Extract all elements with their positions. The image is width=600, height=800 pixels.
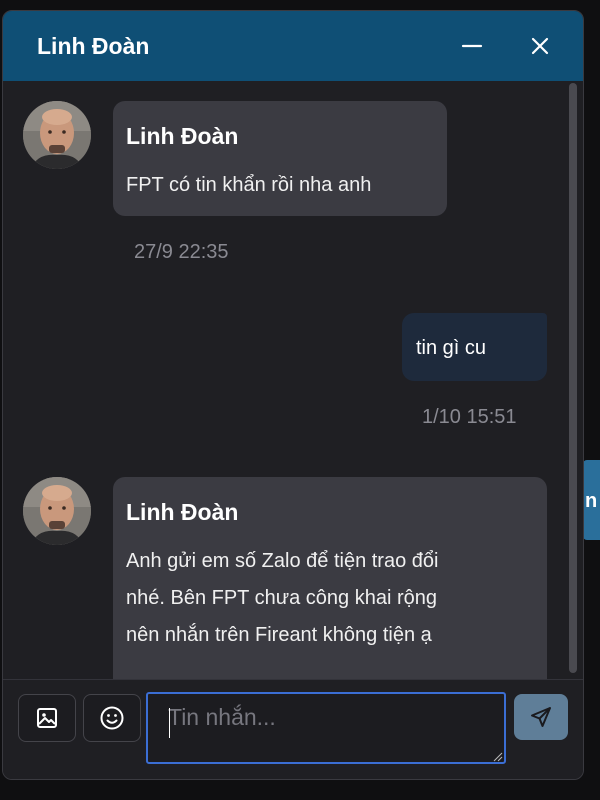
message-text-line: nhé. Bên FPT chưa công khai rộng xyxy=(126,587,437,609)
text-caret xyxy=(169,708,170,738)
message-list[interactable]: Linh Đoàn FPT có tin khẩn rồi nha anh 27… xyxy=(3,81,583,679)
background-page-fragment: n xyxy=(583,460,600,540)
emoji-icon xyxy=(100,706,124,730)
page: n Linh Đoàn Linh Đoàn FPT có tin khẩn rồ… xyxy=(0,0,600,800)
minimize-button[interactable] xyxy=(455,29,489,63)
background-peek-text: n xyxy=(585,490,598,512)
image-icon xyxy=(37,708,57,728)
message-text: FPT có tin khẩn rồi nha anh xyxy=(126,174,372,196)
message-text-line: nên nhắn trên Fireant không tiện ạ xyxy=(126,624,432,646)
send-icon xyxy=(531,707,551,727)
emoji-button[interactable] xyxy=(83,694,141,742)
attach-image-button[interactable] xyxy=(18,694,76,742)
resize-grip-icon[interactable] xyxy=(491,750,503,762)
send-button[interactable] xyxy=(514,694,568,740)
minimize-icon xyxy=(461,44,483,48)
message-scrollbar[interactable] xyxy=(568,83,578,677)
sender-avatar[interactable] xyxy=(23,101,91,169)
message-text-line: Anh gửi em số Zalo để tiện trao đổi xyxy=(126,550,439,572)
message-text: tin gì cu xyxy=(416,337,487,359)
message-sender: Linh Đoàn xyxy=(126,499,239,525)
message-sender: Linh Đoàn xyxy=(126,123,239,149)
message-bubble-incoming[interactable]: Linh Đoàn Anh gửi em số Zalo để tiện tra… xyxy=(113,477,547,679)
message-timestamp: 1/10 15:51 xyxy=(422,406,517,428)
chat-title: Linh Đoàn xyxy=(37,32,150,59)
close-button[interactable] xyxy=(523,29,557,63)
sender-avatar[interactable] xyxy=(23,477,91,545)
chat-header: Linh Đoàn xyxy=(3,11,583,81)
composer xyxy=(3,679,583,779)
avatar-photo xyxy=(23,477,91,545)
avatar-photo xyxy=(23,101,91,169)
message-input[interactable] xyxy=(146,692,506,764)
message-bubble-incoming[interactable]: Linh Đoàn FPT có tin khẩn rồi nha anh xyxy=(113,101,447,216)
close-icon xyxy=(531,37,549,55)
message-timestamp: 27/9 22:35 xyxy=(134,241,229,263)
scrollbar-thumb[interactable] xyxy=(569,83,577,673)
message-bubble-outgoing[interactable]: tin gì cu xyxy=(402,313,547,381)
chat-window: Linh Đoàn Linh Đoàn FPT có tin khẩn rồi … xyxy=(2,10,584,780)
